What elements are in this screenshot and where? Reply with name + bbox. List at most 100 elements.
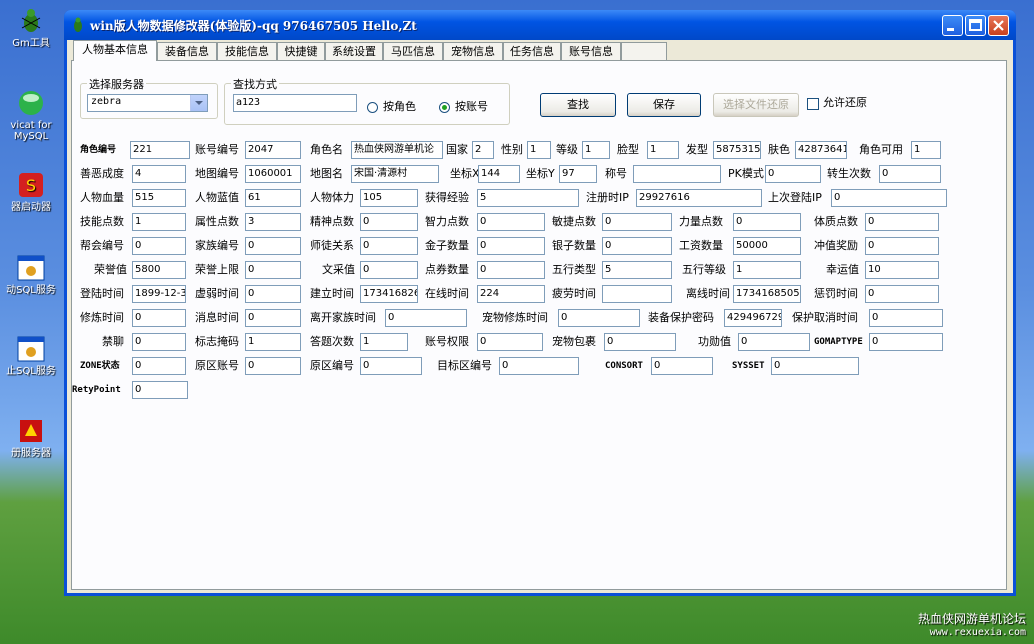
field-input[interactable]: 5 [477, 189, 579, 207]
tab-equipment[interactable]: 装备信息 [157, 42, 217, 60]
desktop-icon-stop-sql[interactable]: 止SQL服务 [0, 334, 62, 377]
field-input[interactable]: 1899-12-3 [132, 285, 186, 303]
tab-skills[interactable]: 技能信息 [217, 42, 277, 60]
field-input[interactable]: 0 [132, 237, 186, 255]
desktop-icon-server-launcher[interactable]: S 器启动器 [0, 170, 62, 213]
field-input[interactable] [633, 165, 721, 183]
field-input[interactable]: 3 [245, 213, 301, 231]
field-input[interactable]: 0 [558, 309, 640, 327]
find-button[interactable]: 查找 [540, 93, 616, 117]
radio-by-account[interactable] [439, 102, 450, 113]
allow-restore-checkbox[interactable] [807, 98, 819, 110]
field-input[interactable]: 1734168268 [360, 285, 418, 303]
tab-quest-info[interactable]: 任务信息 [503, 42, 561, 60]
field-input[interactable]: 1 [527, 141, 551, 159]
field-input[interactable]: 0 [245, 285, 301, 303]
field-input[interactable]: 224 [477, 285, 545, 303]
desktop-icon-gm-tool[interactable]: Gm工具 [0, 6, 62, 49]
field-input[interactable]: 1060001 [245, 165, 301, 183]
field-input[interactable]: 1 [647, 141, 679, 159]
save-button[interactable]: 保存 [627, 93, 701, 117]
close-button[interactable] [988, 15, 1009, 36]
field-input[interactable]: 0 [360, 237, 418, 255]
radio-by-role[interactable] [367, 102, 378, 113]
field-input[interactable]: 50000 [733, 237, 801, 255]
desktop-icon-register-server[interactable]: 册服务器 [0, 416, 62, 459]
field-input[interactable]: 0 [477, 213, 545, 231]
field-input[interactable]: 97 [559, 165, 597, 183]
tab-extra[interactable] [621, 42, 667, 60]
field-input[interactable]: 1 [360, 333, 408, 351]
field-input[interactable]: 0 [604, 333, 676, 351]
server-select[interactable]: zebra [87, 94, 208, 112]
field-input[interactable]: 0 [499, 357, 579, 375]
field-input[interactable]: 1 [733, 261, 801, 279]
field-input[interactable]: 0 [385, 309, 467, 327]
field-input[interactable]: 144 [478, 165, 520, 183]
field-input[interactable]: 0 [602, 237, 672, 255]
restore-file-button[interactable]: 选择文件还原 [713, 93, 799, 117]
field-input[interactable]: 0 [360, 357, 422, 375]
tab-basic-info[interactable]: 人物基本信息 [73, 40, 157, 61]
field-input[interactable]: 热血侠网游单机论 [351, 141, 443, 159]
field-input[interactable]: 29927616 [636, 189, 762, 207]
field-input[interactable]: 0 [831, 189, 947, 207]
field-input[interactable]: 1734168505 [733, 285, 801, 303]
field-input[interactable]: 0 [738, 333, 810, 351]
field-input[interactable]: 0 [245, 357, 301, 375]
field-input[interactable]: 221 [130, 141, 190, 159]
field-input[interactable]: 0 [245, 237, 301, 255]
field-input[interactable]: 0 [132, 381, 188, 399]
field-input[interactable]: 0 [477, 333, 543, 351]
minimize-button[interactable] [942, 15, 963, 36]
maximize-button[interactable] [965, 15, 986, 36]
field-input[interactable]: 0 [245, 309, 301, 327]
field-input[interactable]: 0 [879, 165, 941, 183]
field-input[interactable] [602, 285, 672, 303]
desktop-icon-navicat[interactable]: vicat for MySQL [0, 88, 62, 142]
field-input[interactable]: 0 [771, 357, 859, 375]
field-input[interactable]: 1 [911, 141, 941, 159]
field-input[interactable]: 5800 [132, 261, 186, 279]
desktop-icon-start-sql[interactable]: 动SQL服务 [0, 253, 62, 296]
field-input[interactable]: 0 [865, 237, 939, 255]
field-input[interactable]: 0 [132, 333, 186, 351]
tab-hotkeys[interactable]: 快捷键 [277, 42, 325, 60]
field-input[interactable]: 5875315 [713, 141, 761, 159]
field-input[interactable]: 4294967295 [724, 309, 782, 327]
field-input[interactable]: 0 [865, 213, 939, 231]
field-input[interactable]: 宋国·清源村 [351, 165, 439, 183]
tab-system-settings[interactable]: 系统设置 [325, 42, 383, 60]
field-input[interactable]: 0 [477, 261, 545, 279]
field-input[interactable]: 0 [132, 309, 186, 327]
field-input[interactable]: 105 [360, 189, 418, 207]
field-input[interactable]: 0 [869, 333, 943, 351]
field-input[interactable]: 2 [472, 141, 494, 159]
field-input[interactable]: 515 [132, 189, 186, 207]
field-input[interactable]: 61 [245, 189, 301, 207]
field-input[interactable]: 1 [582, 141, 610, 159]
field-input[interactable]: 1 [245, 333, 301, 351]
title-bar[interactable]: win版人物数据修改器(体验版)-qq 976467505 Hello,Zt [64, 10, 1016, 40]
field-input[interactable]: 4 [132, 165, 186, 183]
chevron-down-icon[interactable] [190, 95, 207, 111]
field-input[interactable]: 0 [651, 357, 713, 375]
field-input[interactable]: 1 [132, 213, 186, 231]
field-input[interactable]: 0 [733, 213, 801, 231]
search-input[interactable]: a123 [233, 94, 357, 112]
field-input[interactable]: 0 [865, 285, 939, 303]
field-input[interactable]: 0 [869, 309, 943, 327]
field-input[interactable]: 42873641 [795, 141, 847, 159]
field-input[interactable]: 0 [602, 213, 672, 231]
field-input[interactable]: 2047 [245, 141, 301, 159]
field-input[interactable]: 0 [132, 357, 186, 375]
field-input[interactable]: 0 [765, 165, 821, 183]
field-input[interactable]: 0 [245, 261, 301, 279]
tab-account-info[interactable]: 账号信息 [561, 42, 621, 60]
tab-pet-info[interactable]: 宠物信息 [443, 42, 503, 60]
field-input[interactable]: 5 [602, 261, 672, 279]
tab-horse-info[interactable]: 马匹信息 [383, 42, 443, 60]
field-input[interactable]: 0 [477, 237, 545, 255]
field-input[interactable]: 0 [360, 213, 418, 231]
field-input[interactable]: 0 [360, 261, 418, 279]
